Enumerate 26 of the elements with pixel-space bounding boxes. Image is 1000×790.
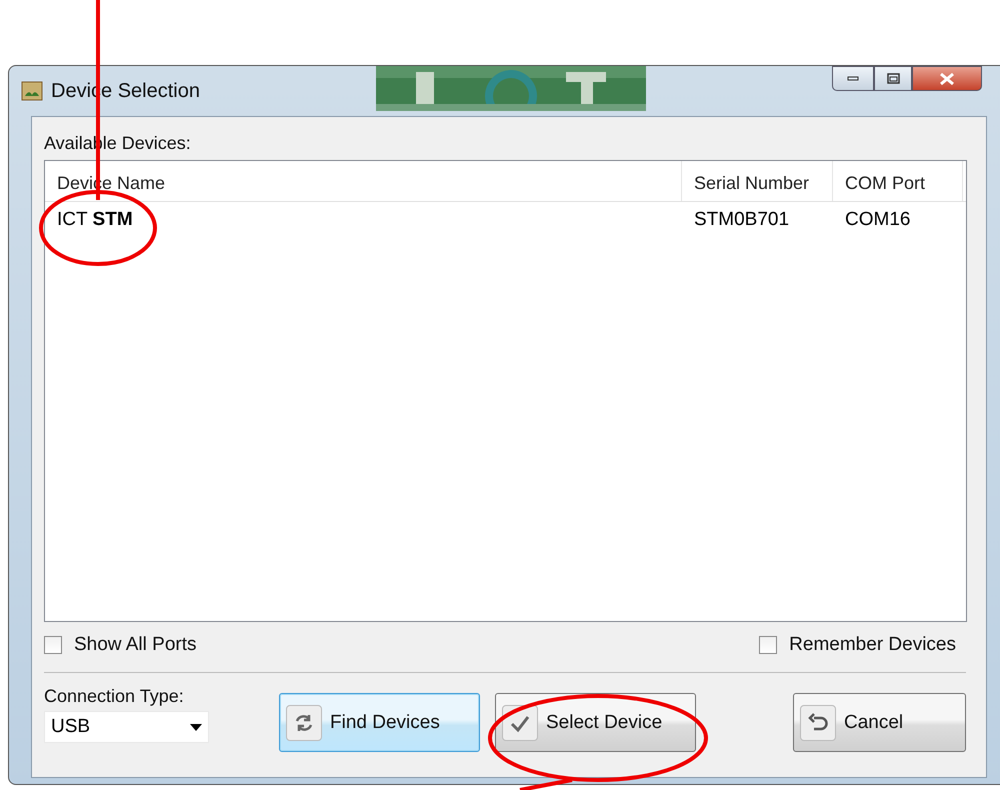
cancel-button[interactable]: Cancel: [793, 693, 966, 752]
table-cell-text: STM0B701: [693, 209, 790, 231]
column-header[interactable]: Serial Number: [682, 161, 833, 201]
minimize-button[interactable]: [832, 66, 874, 91]
maximize-icon: [886, 73, 900, 84]
app-icon: [21, 81, 43, 101]
column-header[interactable]: COM Port: [833, 161, 963, 201]
callout-line: [520, 778, 572, 790]
find-devices-button[interactable]: Find Devices: [279, 693, 480, 752]
table-cell-text: COM16: [844, 209, 912, 231]
select-device-button[interactable]: Select Device: [495, 693, 696, 752]
undo-icon: [800, 704, 836, 740]
minimize-icon: [847, 76, 859, 81]
checkbox-label: Remember Devices: [789, 634, 956, 656]
connection-type-label: Connection Type:: [44, 686, 185, 707]
table-row[interactable]: ICT STM STM0B701 COM16: [45, 202, 966, 238]
connection-type-dropdown[interactable]: USB: [44, 711, 209, 743]
refresh-icon: [286, 704, 322, 740]
caret-icon: [190, 724, 202, 730]
checkbox[interactable]: [44, 636, 62, 654]
close-icon: [939, 72, 955, 86]
checkbox[interactable]: [759, 636, 778, 654]
close-button[interactable]: [912, 66, 982, 91]
checkbox-label: Show All Ports: [74, 634, 196, 656]
maximize-button[interactable]: [874, 66, 912, 91]
table-cell-text: ICT STM: [56, 209, 134, 231]
